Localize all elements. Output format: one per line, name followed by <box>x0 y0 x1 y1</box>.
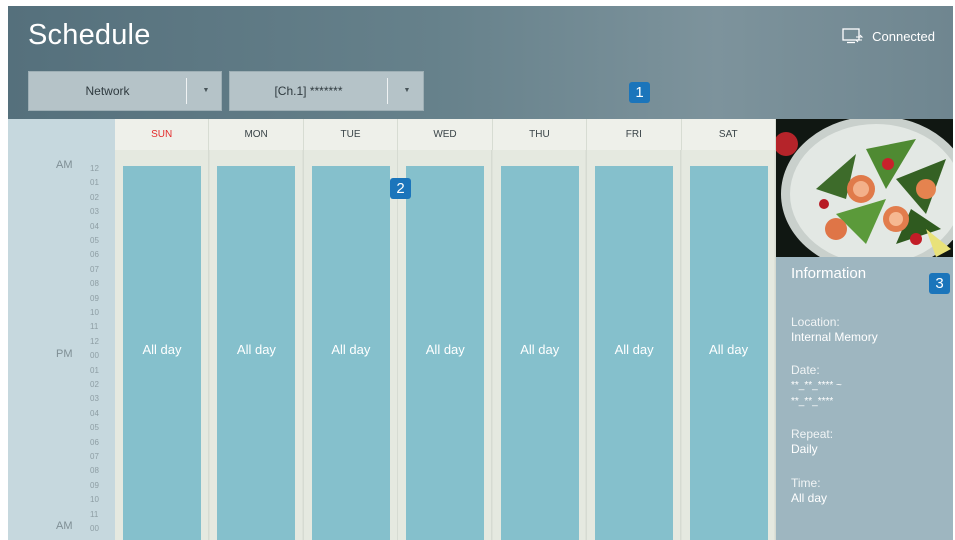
hour-label: 08 <box>90 466 99 476</box>
content-thumbnail <box>776 119 953 257</box>
event-label: All day <box>709 342 749 357</box>
event-block-sat[interactable]: All day <box>689 166 768 540</box>
date-start: **_**_**** ~ <box>791 380 842 391</box>
hour-label: 12 <box>90 164 99 173</box>
hour-label: 10 <box>90 308 99 317</box>
day-header-sat: SAT <box>681 119 776 150</box>
hour-label: 08 <box>90 279 99 289</box>
event-block-fri[interactable]: All day <box>595 166 674 540</box>
weekly-calendar: SUN MON TUE WED THU FRI SAT All day All day All … <box>115 119 776 540</box>
chevron-down-icon[interactable]: ▼ <box>388 72 426 110</box>
event-block-thu[interactable]: All day <box>500 166 579 540</box>
hour-label: 12 <box>90 336 99 346</box>
time-info: Time: All day <box>791 476 827 506</box>
location-value: Internal Memory <box>791 330 878 344</box>
am-label: AM <box>56 159 73 171</box>
channel-dropdown[interactable]: [Ch.1] ******* ▼ <box>229 71 424 111</box>
repeat-info: Repeat: Daily <box>791 427 833 457</box>
hour-label: 01 <box>90 178 99 188</box>
information-panel: Information 3 Location: Internal Memory … <box>776 119 953 540</box>
source-dropdown[interactable]: Network ▼ <box>28 71 222 111</box>
event-label: All day <box>520 342 560 357</box>
day-header-fri: FRI <box>587 119 682 150</box>
hour-label: 11 <box>90 509 99 519</box>
repeat-label: Repeat: <box>791 427 834 441</box>
hour-label: 03 <box>90 207 99 217</box>
hour-label: 09 <box>90 293 99 303</box>
event-label: All day <box>425 342 465 357</box>
event-block-tue[interactable]: All day <box>311 166 390 540</box>
day-header-tue: TUE <box>303 119 399 150</box>
am-end-label: AM <box>56 520 73 532</box>
channel-dropdown-value: [Ch.1] ******* <box>274 84 343 98</box>
event-label: All day <box>331 342 371 357</box>
hour-label: 06 <box>90 250 99 260</box>
hour-label: 02 <box>90 192 99 202</box>
hour-label: 05 <box>90 423 99 433</box>
source-dropdown-value: Network <box>85 84 130 98</box>
hour-label: 07 <box>90 452 99 461</box>
location-info: Location: Internal Memory <box>791 315 878 345</box>
event-block-wed[interactable]: All day <box>406 166 485 540</box>
date-end: **_**_**** <box>791 396 834 407</box>
connection-label: Connected <box>872 28 935 44</box>
date-info: Date: **_**_**** ~ **_**_**** <box>791 363 842 410</box>
callout-badge-3: 3 <box>929 273 950 294</box>
page-title: Schedule <box>28 19 151 51</box>
event-block-sun[interactable]: All day <box>123 166 201 540</box>
information-title: Information <box>791 265 867 282</box>
day-header-mon: MON <box>209 119 304 150</box>
hour-label: 02 <box>90 380 99 389</box>
hour-label: 10 <box>90 495 99 505</box>
event-block-mon[interactable]: All day <box>217 166 296 540</box>
event-label: All day <box>236 342 276 357</box>
hour-label: 06 <box>90 437 99 447</box>
connection-status: Connected <box>842 28 935 44</box>
hour-label: 05 <box>90 236 99 245</box>
event-label: All day <box>142 342 182 357</box>
day-header-thu: THU <box>492 119 588 150</box>
event-label: All day <box>614 342 654 357</box>
hour-label: 04 <box>90 408 99 418</box>
time-value: All day <box>791 491 828 505</box>
salad-image <box>776 119 953 257</box>
chevron-down-icon[interactable]: ▼ <box>187 72 225 110</box>
header: Schedule Connected Network ▼ [Ch.1] ****… <box>8 6 953 119</box>
hour-label: 07 <box>90 264 99 274</box>
hour-label: 11 <box>90 322 99 332</box>
pm-label: PM <box>56 348 73 360</box>
location-label: Location: <box>791 315 840 329</box>
hour-label: 01 <box>90 365 99 375</box>
callout-badge-2: 2 <box>390 178 411 199</box>
day-header-wed: WED <box>398 119 493 150</box>
day-header-sun: SUN <box>115 119 210 150</box>
schedule-screen: Schedule Connected Network ▼ [Ch.1] ****… <box>8 6 953 540</box>
hour-label: 03 <box>90 394 99 404</box>
time-column: AM PM AM 12 01 02 03 04 05 06 07 08 09 10 11 12 00 01 0… <box>8 119 115 540</box>
hour-label: 00 <box>90 351 99 361</box>
repeat-value: Daily <box>791 442 818 456</box>
hour-label: 00 <box>90 524 99 533</box>
monitor-connection-icon <box>842 28 864 44</box>
callout-badge-1: 1 <box>629 82 650 103</box>
time-label: Time: <box>791 476 821 490</box>
hour-label: 04 <box>90 221 99 231</box>
hour-label: 09 <box>90 480 99 490</box>
date-label: Date: <box>791 363 820 377</box>
